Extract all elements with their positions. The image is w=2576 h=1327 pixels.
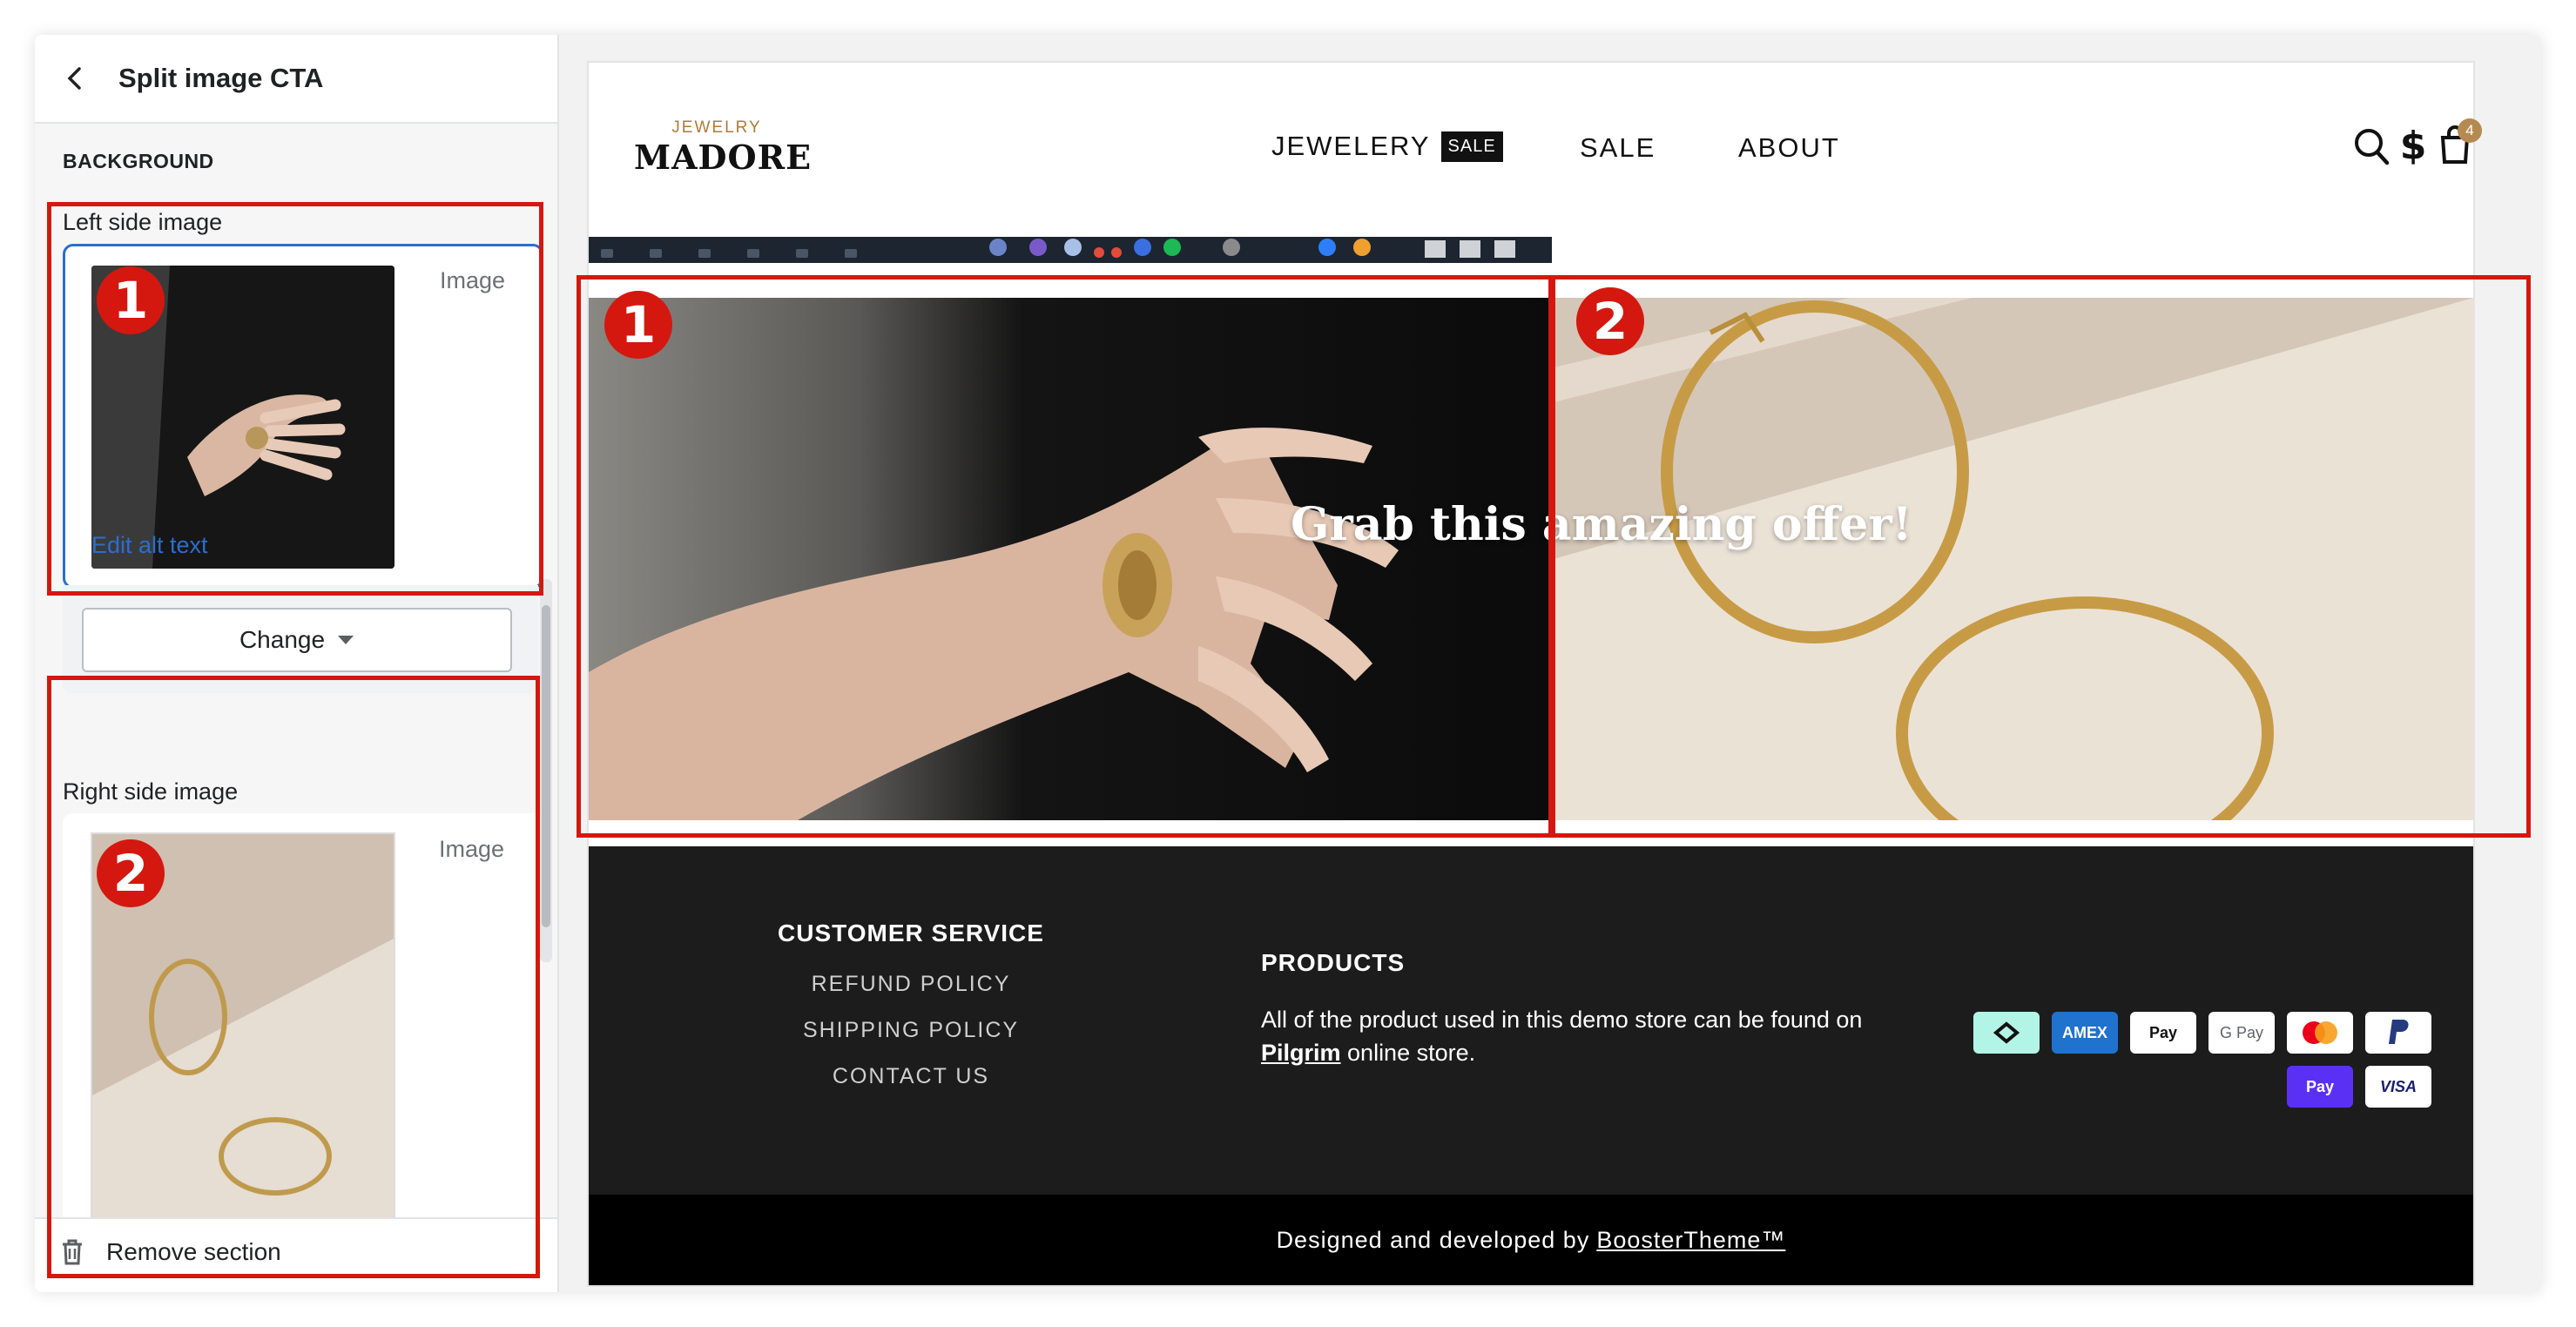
panel-scrollbar-thumb[interactable]	[542, 605, 550, 927]
products-text: All of the product used in this demo sto…	[1261, 1007, 1863, 1033]
refund-policy-link[interactable]: REFUND POLICY	[763, 972, 1059, 997]
products-column: PRODUCTS All of the product used in this…	[1261, 949, 1888, 1069]
search-icon[interactable]	[2353, 127, 2390, 165]
settings-panel: Split image CTA BACKGROUND Left side ima…	[35, 35, 559, 1292]
store-logo[interactable]: JEWELRY MADORE	[634, 118, 813, 177]
currency-icon[interactable]: $	[2400, 124, 2426, 167]
annotation-box-left-image	[47, 202, 543, 596]
pilgrim-link[interactable]: Pilgrim	[1261, 1040, 1341, 1066]
change-image-button[interactable]: Change	[82, 608, 512, 672]
nav-item-about[interactable]: ABOUT	[1738, 132, 1840, 164]
products-description: All of the product used in this demo sto…	[1261, 1003, 1888, 1069]
logo-subtitle: JEWELRY	[671, 118, 762, 137]
payment-icons: AMEX Pay G Pay Pay VISA	[1970, 1012, 2431, 1108]
svg-text:$: $	[2400, 124, 2426, 167]
boostertheme-link[interactable]: BoosterTheme™	[1596, 1227, 1785, 1254]
annotation-number: 2	[97, 839, 165, 907]
panel-title: Split image CTA	[118, 63, 324, 93]
visa-icon: VISA	[2365, 1066, 2431, 1108]
shop-pay-icon: Pay	[2287, 1066, 2353, 1108]
panel-header: Split image CTA	[35, 35, 557, 124]
credits-bar: Designed and developed by BoosterTheme™	[589, 1195, 2473, 1285]
annotation-number: 1	[97, 266, 165, 334]
annotation-box-right-image	[47, 676, 540, 1278]
mastercard-icon	[2287, 1012, 2353, 1054]
nav-label: JEWELERY	[1271, 131, 1431, 161]
dock-strip	[589, 237, 1552, 263]
products-text-end: online store.	[1340, 1040, 1476, 1066]
background-section-heading: BACKGROUND	[63, 150, 214, 172]
shipping-policy-link[interactable]: SHIPPING POLICY	[763, 1018, 1059, 1043]
cart-count-badge: 4	[2458, 118, 2482, 143]
theme-preview: JEWELRY MADORE JEWELERY SALE SALE ABOUT …	[559, 35, 2541, 1292]
google-pay-icon: G Pay	[2208, 1012, 2275, 1054]
nav-item-jewelery[interactable]: JEWELERY SALE	[1271, 131, 1503, 162]
store-footer: CUSTOMER SERVICE REFUND POLICY SHIPPING …	[589, 846, 2473, 1195]
customer-service-heading: CUSTOMER SERVICE	[778, 919, 1044, 946]
paypal-icon	[2365, 1012, 2431, 1054]
apple-pay-icon: Pay	[2130, 1012, 2196, 1054]
amex-icon: AMEX	[2052, 1012, 2118, 1054]
change-button-label: Change	[239, 626, 326, 653]
sale-badge: SALE	[1440, 131, 1503, 162]
back-chevron-icon[interactable]	[64, 66, 85, 91]
products-heading: PRODUCTS	[1261, 949, 1406, 976]
editor-window: Split image CTA BACKGROUND Left side ima…	[35, 35, 2541, 1292]
nav-item-sale[interactable]: SALE	[1580, 132, 1656, 164]
afterpay-icon	[1973, 1012, 2040, 1054]
annotation-number: 1	[604, 291, 672, 359]
credits-text: Designed and developed by	[1276, 1226, 1590, 1253]
store-header: JEWELRY MADORE JEWELERY SALE SALE ABOUT …	[589, 63, 2482, 237]
contact-us-link[interactable]: CONTACT US	[763, 1064, 1059, 1089]
caret-down-icon	[338, 636, 354, 644]
annotation-box-right-image-preview	[1548, 275, 2531, 838]
panel-scrollbar[interactable]	[540, 579, 552, 962]
annotation-box-left-image-preview	[577, 275, 1555, 838]
logo-title: MADORE	[634, 138, 813, 177]
customer-service-column: CUSTOMER SERVICE REFUND POLICY SHIPPING …	[763, 919, 1059, 1089]
annotation-number: 2	[1576, 287, 1644, 355]
